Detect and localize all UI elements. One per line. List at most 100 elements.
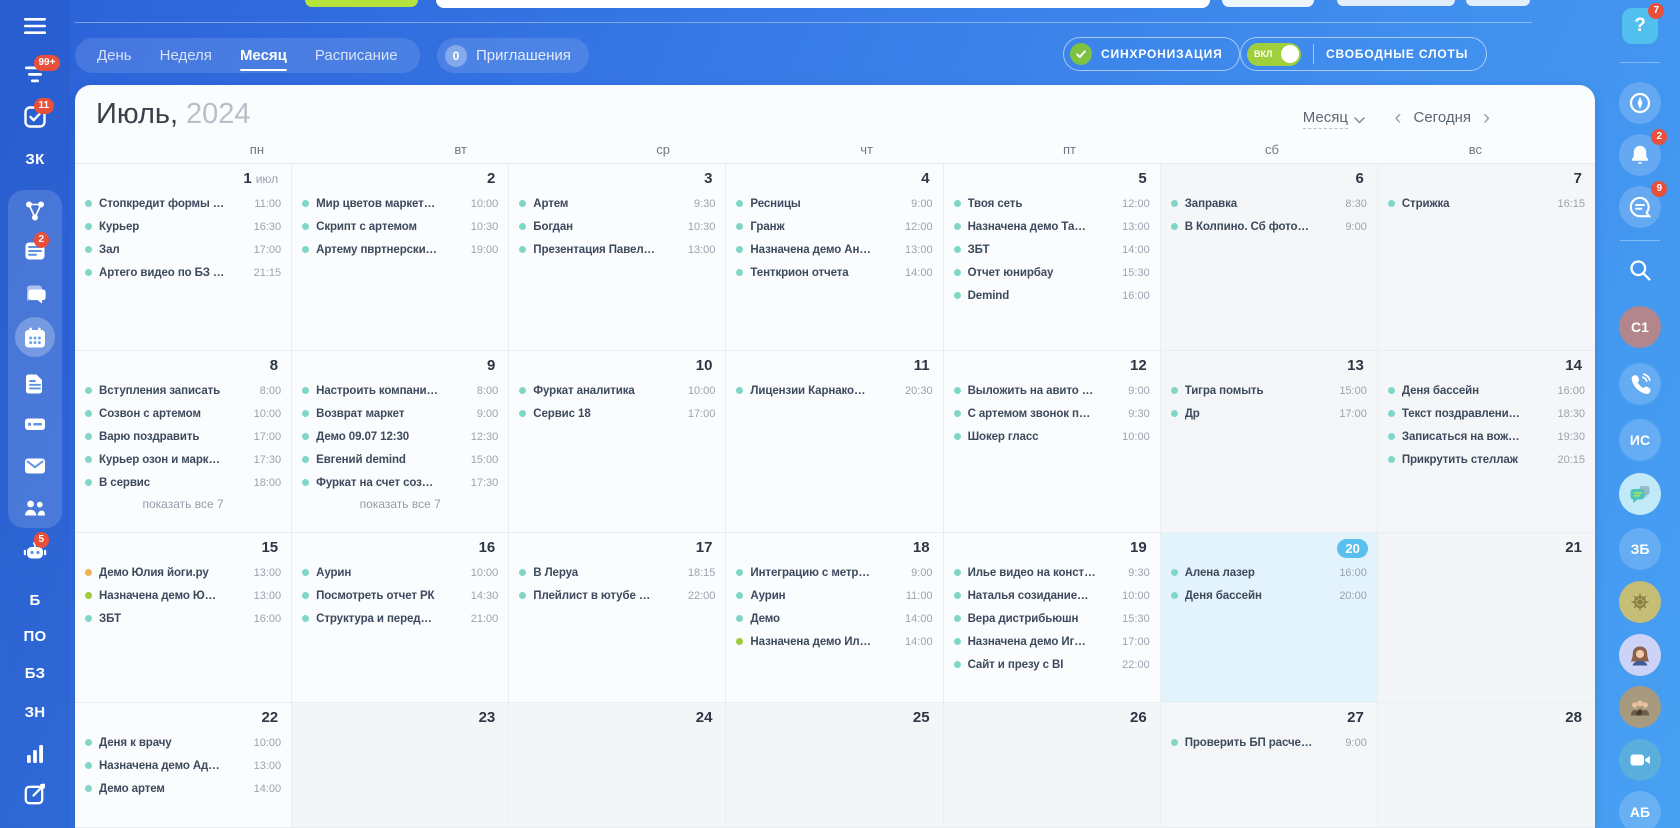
day-cell-28[interactable]: 28 bbox=[1377, 703, 1595, 828]
show-all-link[interactable]: показать все 7 bbox=[75, 497, 291, 511]
event-item[interactable]: В Колпино. Сб фото… 9:00 bbox=[1161, 215, 1377, 238]
day-cell-21[interactable]: 21 bbox=[1377, 533, 1595, 703]
event-item[interactable]: Скрипт с артемом 10:30 bbox=[292, 215, 508, 238]
video-button[interactable] bbox=[1600, 739, 1680, 781]
avatar-crest[interactable] bbox=[1600, 581, 1680, 623]
event-item[interactable]: Алена лазер 16:00 bbox=[1161, 561, 1377, 584]
event-item[interactable]: Назначена демо Та… 13:00 bbox=[944, 215, 1160, 238]
event-item[interactable]: Фуркат аналитика 10:00 bbox=[509, 379, 725, 402]
day-cell-18[interactable]: 18 Интеграцию с метр… 9:00 Аурин 11:00 Демо 14… bbox=[726, 533, 944, 703]
event-item[interactable]: Варю поздравить 17:00 bbox=[75, 425, 291, 448]
event-item[interactable]: Евгений demind 15:00 bbox=[292, 448, 508, 471]
next-button[interactable]: › bbox=[1483, 107, 1490, 128]
sync-button[interactable]: СИНХРОНИЗАЦИЯ bbox=[1063, 37, 1240, 71]
event-item[interactable]: Наталья созидание… 10:00 bbox=[944, 584, 1160, 607]
day-cell-1[interactable]: 1 июл Стопкредит формы … 11:00 Курьер 16:30 За… bbox=[75, 164, 293, 351]
event-item[interactable]: Назначена демо Ан… 13:00 bbox=[726, 238, 942, 261]
event-item[interactable]: Твоя сеть 12:00 bbox=[944, 192, 1160, 215]
search-bar-fragment[interactable] bbox=[436, 0, 1210, 8]
event-item[interactable]: Демо 14:00 bbox=[726, 607, 942, 630]
event-item[interactable]: Деня к врачу 10:00 bbox=[75, 731, 291, 754]
invitations-button[interactable]: 0 Приглашения bbox=[437, 38, 589, 73]
avatar-ис[interactable]: ИС bbox=[1600, 419, 1680, 461]
event-item[interactable]: Посмотреть отчет РК 14:30 bbox=[292, 584, 508, 607]
bell-button[interactable]: 2 bbox=[1600, 129, 1680, 176]
event-item[interactable]: Тигра помыть 15:00 bbox=[1161, 379, 1377, 402]
day-cell-23[interactable]: 23 bbox=[292, 703, 510, 828]
event-item[interactable]: Артему пвртнерски… 19:00 bbox=[292, 238, 508, 261]
day-cell-17[interactable]: 17 В Леруа 18:15 Плейлист в ютубе … 22:00 bbox=[509, 533, 727, 703]
event-item[interactable]: Шокер гласс 10:00 bbox=[944, 425, 1160, 448]
day-cell-3[interactable]: 3 Артем 9:30 Богдан 10:30 Презентация Павел… 1… bbox=[509, 164, 727, 351]
tab-месяц[interactable]: Месяц bbox=[239, 47, 287, 71]
sidebar-item-бз[interactable]: БЗ bbox=[0, 661, 70, 685]
event-item[interactable]: В Леруа 18:15 bbox=[509, 561, 725, 584]
avatar-c1[interactable]: C1 bbox=[1600, 306, 1680, 348]
event-item[interactable]: Демо артем 14:00 bbox=[75, 777, 291, 800]
sidebar-item-по[interactable]: ПО bbox=[0, 624, 70, 648]
drive-icon[interactable] bbox=[0, 412, 70, 436]
event-item[interactable]: Назначена демо Ил… 14:00 bbox=[726, 630, 942, 653]
event-item[interactable]: ЗБТ 14:00 bbox=[944, 238, 1160, 261]
event-item[interactable]: Презентация Павел… 13:00 bbox=[509, 238, 725, 261]
calendar-icon[interactable] bbox=[0, 326, 70, 350]
tab-расписание[interactable]: Расписание bbox=[315, 47, 398, 64]
event-item[interactable]: Структура и перед… 21:00 bbox=[292, 607, 508, 630]
tab-неделя[interactable]: Неделя bbox=[160, 47, 212, 64]
day-cell-7[interactable]: 7 Стрижка 16:15 bbox=[1377, 164, 1595, 351]
event-item[interactable]: Вера дистрибьюшн 15:30 bbox=[944, 607, 1160, 630]
event-item[interactable]: Фуркат на счет соз… 17:30 bbox=[292, 471, 508, 494]
chatteal-button[interactable] bbox=[1600, 473, 1680, 515]
event-item[interactable]: Артего видео по БЗ … 21:15 bbox=[75, 261, 291, 284]
event-item[interactable]: Зал 17:00 bbox=[75, 238, 291, 261]
event-item[interactable]: Демо 09.07 12:30 12:30 bbox=[292, 425, 508, 448]
event-item[interactable]: Стопкредит формы … 11:00 bbox=[75, 192, 291, 215]
avatar-group[interactable] bbox=[1600, 686, 1680, 728]
free-slots-toggle[interactable]: ВКЛ bbox=[1247, 42, 1301, 66]
event-item[interactable]: Проверить БП расче… 9:00 bbox=[1161, 731, 1377, 754]
event-item[interactable]: Назначена демо Ю… 13:00 bbox=[75, 584, 291, 607]
messenger-icon[interactable] bbox=[0, 282, 70, 306]
day-cell-22[interactable]: 22 Деня к врачу 10:00 Назначена демо Ад… 13:… bbox=[75, 703, 293, 828]
event-item[interactable]: Др 17:00 bbox=[1161, 402, 1377, 425]
event-item[interactable]: Записаться на вож… 19:30 bbox=[1378, 425, 1595, 448]
mail-icon[interactable] bbox=[0, 454, 70, 478]
event-item[interactable]: ЗБТ 16:00 bbox=[75, 607, 291, 630]
event-item[interactable]: Илье видео на конст… 9:30 bbox=[944, 561, 1160, 584]
compass-button[interactable] bbox=[1600, 82, 1680, 124]
day-cell-26[interactable]: 26 bbox=[943, 703, 1161, 828]
event-item[interactable]: Вступления записать 8:00 bbox=[75, 379, 291, 402]
chart-icon[interactable] bbox=[0, 742, 70, 766]
event-item[interactable]: Мир цветов маркет… 10:00 bbox=[292, 192, 508, 215]
day-cell-14[interactable]: 14 Деня бассейн 16:00 Текст поздравлени… 18:… bbox=[1377, 351, 1595, 533]
event-item[interactable]: Деня бассейн 16:00 bbox=[1378, 379, 1595, 402]
tasks-icon[interactable]: 11 bbox=[0, 98, 70, 129]
event-item[interactable]: Курьер 16:30 bbox=[75, 215, 291, 238]
news-icon[interactable]: 2 bbox=[0, 232, 70, 263]
phone-button[interactable] bbox=[1600, 363, 1680, 405]
free-slots-label[interactable]: СВОБОДНЫЕ СЛОТЫ bbox=[1326, 47, 1468, 61]
bot-icon[interactable]: 5 bbox=[0, 532, 70, 563]
day-cell-13[interactable]: 13 Тигра помыть 15:00 Др 17:00 bbox=[1160, 351, 1378, 533]
create-button-fragment[interactable] bbox=[305, 0, 418, 7]
day-cell-10[interactable]: 10 Фуркат аналитика 10:00 Сервис 18 17:00 bbox=[509, 351, 727, 533]
day-cell-8[interactable]: 8 Вступления записать 8:00 Созвон с артемом… bbox=[75, 351, 293, 533]
prev-button[interactable]: ‹ bbox=[1395, 107, 1402, 128]
view-selector[interactable]: Месяц bbox=[1302, 109, 1365, 129]
event-item[interactable]: Гранж 12:00 bbox=[726, 215, 942, 238]
people-icon[interactable] bbox=[0, 496, 70, 520]
event-item[interactable]: Заправка 8:30 bbox=[1161, 192, 1377, 215]
event-item[interactable]: Прикрутить стеллаж 20:15 bbox=[1378, 448, 1595, 471]
avatar-woman[interactable] bbox=[1600, 634, 1680, 676]
event-item[interactable]: Выложить на авито … 9:00 bbox=[944, 379, 1160, 402]
event-item[interactable]: Лицензии Карнако… 20:30 bbox=[726, 379, 942, 402]
day-cell-12[interactable]: 12 Выложить на авито … 9:00 С артемом звоно… bbox=[943, 351, 1161, 533]
event-item[interactable]: Тенткрион отчета 14:00 bbox=[726, 261, 942, 284]
avatar-зб[interactable]: ЗБ bbox=[1600, 528, 1680, 570]
day-cell-27[interactable]: 27 Проверить БП расче… 9:00 bbox=[1160, 703, 1378, 828]
event-item[interactable]: Назначена демо Иг… 17:00 bbox=[944, 630, 1160, 653]
event-item[interactable]: Курьер озон и марк… 17:30 bbox=[75, 448, 291, 471]
day-cell-5[interactable]: 5 Твоя сеть 12:00 Назначена демо Та… 13:00 ЗБ… bbox=[943, 164, 1161, 351]
avatar-аб[interactable]: АБ bbox=[1600, 791, 1680, 828]
event-item[interactable]: Текст поздравлени… 18:30 bbox=[1378, 402, 1595, 425]
